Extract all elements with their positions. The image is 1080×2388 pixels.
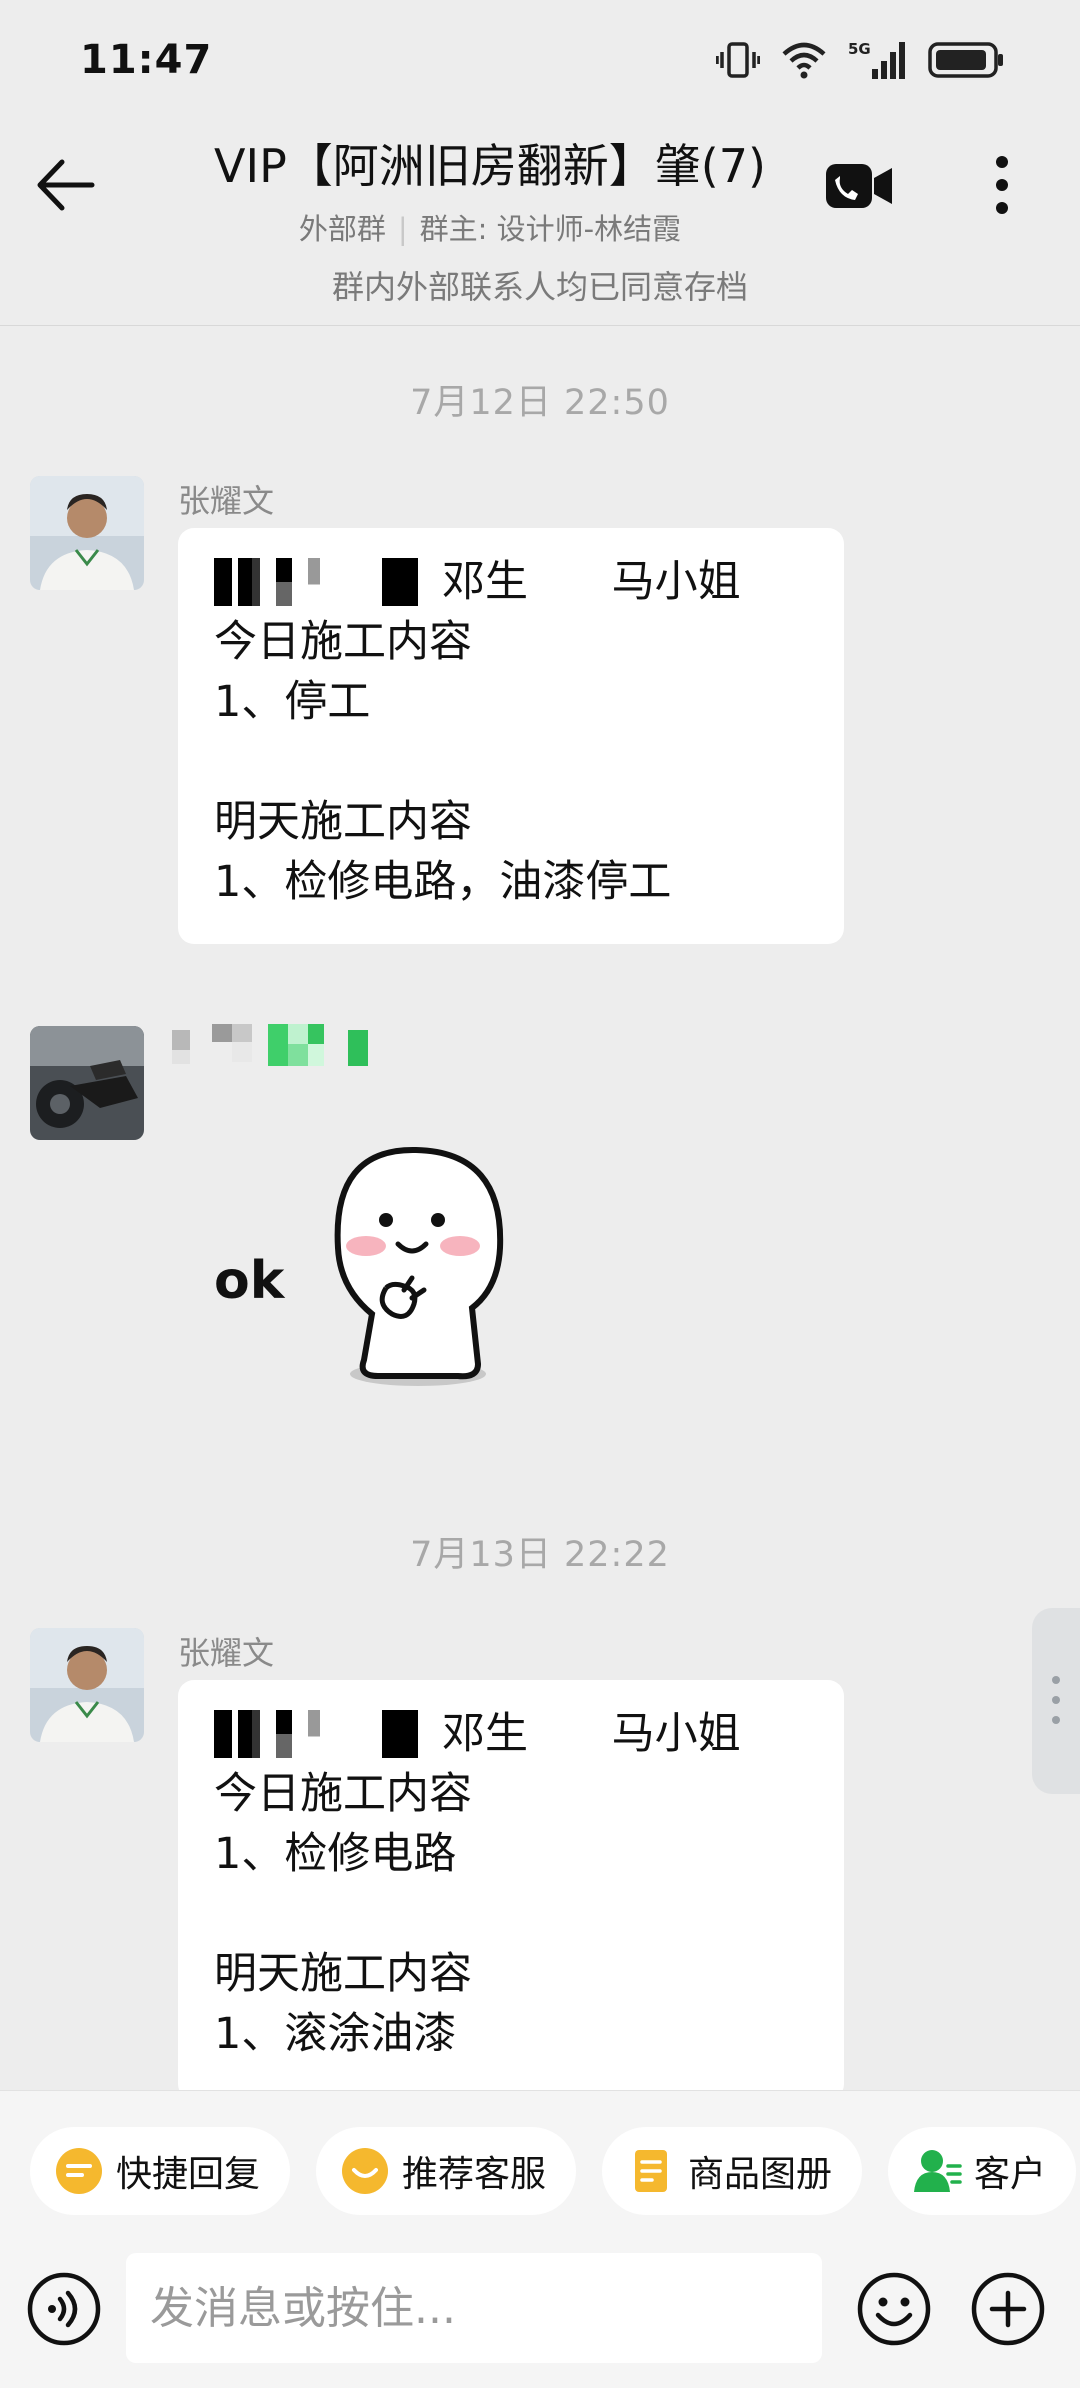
sender-name: 张耀文 xyxy=(178,482,275,520)
redacted-mosaic xyxy=(382,1710,418,1758)
archive-notice: 群内外部联系人均已同意存档 xyxy=(0,262,1080,326)
message-line: 1、检修电路，油漆停工 xyxy=(214,857,672,907)
product-catalog-button[interactable]: 商品图册 xyxy=(602,2127,863,2215)
message-timestamp: 7月13日 22:22 xyxy=(410,1535,670,1575)
emoji-icon[interactable] xyxy=(856,2271,932,2347)
message-line: 明天施工内容 xyxy=(214,1949,472,1999)
avatar[interactable] xyxy=(30,476,144,590)
quick-reply-label: 快捷回复 xyxy=(116,2154,261,2195)
subtitle-divider: | xyxy=(397,212,408,246)
input-row xyxy=(0,2251,1080,2371)
message-line: 1、检修电路 xyxy=(214,1829,457,1879)
redacted-mosaic xyxy=(214,1710,320,1758)
recipient-name: 马小姐 xyxy=(611,1709,741,1759)
message-bubble[interactable]: 邓生 马小姐 今日施工内容 1、检修电路 明天施工内容 1、滚涂油漆 xyxy=(178,1680,844,2100)
voice-input-icon[interactable] xyxy=(26,2271,102,2347)
recommend-service-label: 推荐客服 xyxy=(402,2154,547,2195)
recipient-name: 马小姐 xyxy=(611,557,741,607)
quick-action-bar: 快捷回复 推荐客服 商品图册 客户 xyxy=(30,2127,1080,2215)
group-subtitle: 外部群 | 群主: 设计师-林结霞 xyxy=(140,206,840,248)
customer-button[interactable]: 客户 xyxy=(888,2127,1077,2215)
battery-icon xyxy=(928,42,1003,78)
more-options-icon[interactable] xyxy=(980,152,1024,218)
message-bubble[interactable]: 邓生 马小姐 今日施工内容 1、停工 明天施工内容 1、检修电路，油漆停工 xyxy=(178,528,844,944)
recipient-name: 邓生 xyxy=(442,557,528,607)
message-input[interactable] xyxy=(126,2253,822,2363)
avatar[interactable] xyxy=(30,1628,144,1742)
product-catalog-label: 商品图册 xyxy=(688,2154,833,2195)
group-title: VIP【阿洲旧房翻新】肇(7) xyxy=(214,139,766,193)
blurred-sender-name xyxy=(172,1024,368,1066)
clock: 11:47 xyxy=(80,37,213,83)
recommend-service-icon xyxy=(340,2146,390,2196)
message-line xyxy=(214,1884,808,1944)
recipient-name: 邓生 xyxy=(442,1709,528,1759)
message-line: 邓生 马小姐 xyxy=(214,1704,808,1764)
avatar[interactable] xyxy=(30,1026,144,1140)
message-line xyxy=(214,732,808,792)
wifi-icon xyxy=(782,42,826,79)
message-line: 邓生 马小姐 xyxy=(214,552,808,612)
plus-icon[interactable] xyxy=(970,2271,1046,2347)
signal-5g-icon: 5G xyxy=(848,40,905,79)
message-line: 1、停工 xyxy=(214,677,371,727)
vibrate-icon xyxy=(716,42,760,78)
chat-header: VIP【阿洲旧房翻新】肇(7) 外部群 | 群主: 设计师-林结霞 xyxy=(0,120,1080,250)
message-line: 今日施工内容 xyxy=(214,1769,472,1819)
svg-text:5G: 5G xyxy=(848,40,871,58)
title-area[interactable]: VIP【阿洲旧房翻新】肇(7) 外部群 | 群主: 设计师-林结霞 xyxy=(140,130,840,248)
status-bar: 11:47 5G xyxy=(0,0,1080,120)
message-timestamp: 7月12日 22:50 xyxy=(410,383,670,423)
customer-icon xyxy=(912,2146,962,2196)
video-call-icon[interactable] xyxy=(824,156,894,216)
ok-sticker[interactable]: ok xyxy=(208,1138,538,1398)
quick-reply-icon xyxy=(54,2146,104,2196)
sender-name: 张耀文 xyxy=(178,1634,275,1672)
message-line: 1、滚涂油漆 xyxy=(214,2009,457,2059)
sticker-text: ok xyxy=(214,1251,286,1311)
side-panel-handle[interactable] xyxy=(1032,1608,1080,1794)
product-catalog-icon xyxy=(626,2146,676,2196)
group-owner: 群主: 设计师-林结霞 xyxy=(419,212,682,246)
status-icons: 5G xyxy=(716,39,1004,81)
redacted-mosaic xyxy=(382,558,418,606)
quick-reply-button[interactable]: 快捷回复 xyxy=(30,2127,291,2215)
recommend-service-button[interactable]: 推荐客服 xyxy=(316,2127,577,2215)
message-line: 今日施工内容 xyxy=(214,617,472,667)
customer-label: 客户 xyxy=(974,2154,1047,2195)
redacted-mosaic xyxy=(214,558,320,606)
group-type: 外部群 xyxy=(298,212,386,246)
bottom-panel: 快捷回复 推荐客服 商品图册 客户 发消息或按住... xyxy=(0,2090,1080,2388)
message-line: 明天施工内容 xyxy=(214,797,472,847)
back-arrow-icon[interactable] xyxy=(30,150,100,220)
